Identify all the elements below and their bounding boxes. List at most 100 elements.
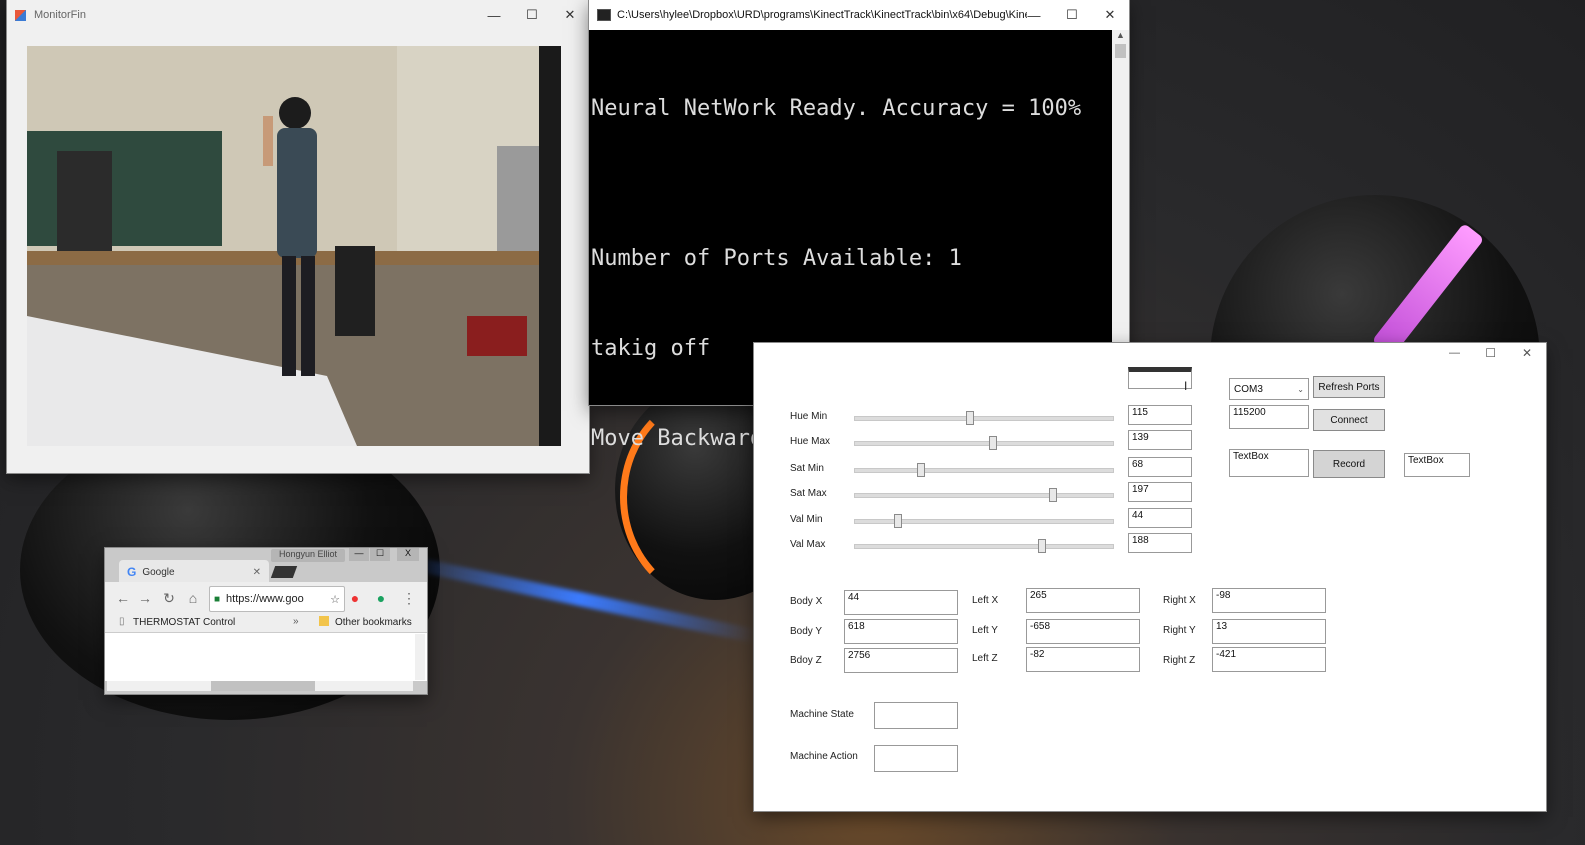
opera-extension-icon[interactable]: ● bbox=[345, 588, 365, 608]
close-button[interactable]: ✕ bbox=[1522, 346, 1532, 360]
body-x-label: Body X bbox=[790, 596, 823, 607]
page-content[interactable] bbox=[105, 633, 427, 681]
bookmark-other[interactable]: Other bookmarks bbox=[335, 617, 412, 628]
body-x-input[interactable]: 44 bbox=[844, 590, 958, 615]
slider-label: Sat Max bbox=[790, 488, 827, 499]
minimize-button[interactable]: — bbox=[349, 548, 369, 561]
right-y-label: Right Y bbox=[1163, 625, 1196, 636]
slider-thumb[interactable] bbox=[1038, 539, 1047, 553]
slider-thumb[interactable] bbox=[989, 436, 998, 450]
record-button[interactable]: Record bbox=[1313, 450, 1385, 478]
slider-label: Val Max bbox=[790, 539, 826, 550]
tab-close-icon[interactable]: ✕ bbox=[253, 567, 261, 578]
right-x-input[interactable]: -98 bbox=[1212, 588, 1326, 613]
back-arrow-icon[interactable]: ← bbox=[113, 588, 133, 608]
page-icon: ▯ bbox=[119, 616, 125, 627]
slider-track[interactable] bbox=[854, 416, 1114, 421]
slider-track[interactable] bbox=[854, 441, 1114, 446]
slider-thumb[interactable] bbox=[917, 463, 926, 477]
com-port-select[interactable]: COM3 ⌄ bbox=[1229, 378, 1309, 400]
right-z-label: Right Z bbox=[1163, 655, 1196, 666]
app-icon bbox=[15, 9, 26, 21]
com-port-value: COM3 bbox=[1234, 383, 1263, 395]
page-vertical-scrollbar[interactable] bbox=[415, 634, 425, 680]
left-y-input[interactable]: -658 bbox=[1026, 619, 1140, 644]
slider-label: Sat Min bbox=[790, 463, 824, 474]
console-line: Number of Ports Available: 1 bbox=[591, 246, 962, 271]
slider-value-input[interactable]: 197 bbox=[1128, 482, 1192, 502]
left-y-label: Left Y bbox=[972, 625, 998, 636]
slider-value-input[interactable]: 139 bbox=[1128, 430, 1192, 450]
machine-state-label: Machine State bbox=[790, 709, 854, 720]
slider-track[interactable] bbox=[854, 468, 1114, 473]
machine-action-input[interactable] bbox=[874, 745, 958, 772]
text-cursor-icon: I bbox=[1184, 379, 1188, 393]
left-x-label: Left X bbox=[972, 595, 999, 606]
lock-icon: ■ bbox=[214, 593, 221, 605]
body-z-label: Bdoy Z bbox=[790, 655, 822, 666]
slider-value-input[interactable]: 68 bbox=[1128, 457, 1192, 477]
right-y-input[interactable]: 13 bbox=[1212, 619, 1326, 644]
machine-state-input[interactable] bbox=[874, 702, 958, 729]
left-x-input[interactable]: 265 bbox=[1026, 588, 1140, 613]
maximize-button[interactable]: ☐ bbox=[513, 0, 551, 30]
maximize-button[interactable]: ☐ bbox=[1485, 346, 1496, 360]
slider-value-input[interactable]: 44 bbox=[1128, 508, 1192, 528]
connect-button[interactable]: Connect bbox=[1313, 409, 1385, 431]
scroll-up-arrow-icon[interactable]: ▲ bbox=[1112, 30, 1129, 44]
right-x-label: Right X bbox=[1163, 595, 1196, 606]
body-z-input[interactable]: 2756 bbox=[844, 648, 958, 673]
monitor-window: MonitorFin — ☐ ✕ bbox=[7, 0, 589, 473]
address-bar[interactable]: ■ https://www.goo ☆ bbox=[209, 586, 345, 612]
refresh-ports-button[interactable]: Refresh Ports bbox=[1313, 376, 1385, 398]
close-button[interactable]: X bbox=[397, 548, 419, 561]
machine-action-label: Machine Action bbox=[790, 751, 858, 762]
slider-label: Val Min bbox=[790, 514, 823, 525]
textbox-1[interactable]: TextBox bbox=[1229, 449, 1309, 477]
scroll-thumb[interactable] bbox=[1115, 44, 1126, 58]
bookmarks-overflow[interactable]: » bbox=[293, 616, 299, 627]
hidden-textbox[interactable] bbox=[1128, 367, 1192, 389]
close-button[interactable]: ✕ bbox=[551, 0, 589, 30]
horizontal-scroll-thumb[interactable] bbox=[211, 681, 315, 691]
console-icon bbox=[597, 9, 611, 21]
home-icon[interactable]: ⌂ bbox=[183, 588, 203, 608]
slider-thumb[interactable] bbox=[966, 411, 975, 425]
forward-arrow-icon[interactable]: → bbox=[135, 588, 155, 608]
minimize-button[interactable]: — bbox=[475, 0, 513, 30]
left-z-input[interactable]: -82 bbox=[1026, 647, 1140, 672]
monitor-title: MonitorFin bbox=[34, 9, 86, 21]
console-title: C:\Users\hylee\Dropbox\URD\programs\Kine… bbox=[617, 9, 1027, 21]
chevron-down-icon: ⌄ bbox=[1297, 384, 1304, 394]
right-z-input[interactable]: -421 bbox=[1212, 647, 1326, 672]
slider-track[interactable] bbox=[854, 493, 1114, 498]
star-icon[interactable]: ☆ bbox=[330, 593, 340, 606]
maximize-button[interactable]: ☐ bbox=[1053, 0, 1091, 30]
chrome-window: Hongyun Elliot — ☐ X G Google ✕ ← → ↻ ⌂ … bbox=[105, 548, 427, 694]
page-horizontal-scrollbar[interactable] bbox=[107, 681, 413, 691]
minimize-button[interactable]: — bbox=[1449, 347, 1460, 359]
slider-label: Hue Min bbox=[790, 411, 828, 422]
slider-value-input[interactable]: 188 bbox=[1128, 533, 1192, 553]
bookmark-thermostat[interactable]: THERMOSTAT Control bbox=[133, 617, 235, 628]
textbox-2[interactable]: TextBox bbox=[1404, 453, 1470, 477]
chrome-profile-badge[interactable]: Hongyun Elliot bbox=[271, 549, 345, 562]
minimize-button[interactable]: — bbox=[1015, 0, 1053, 30]
body-y-input[interactable]: 618 bbox=[844, 619, 958, 644]
reload-icon[interactable]: ↻ bbox=[159, 588, 179, 608]
menu-dots-icon[interactable]: ⋮ bbox=[399, 588, 419, 608]
grammarly-extension-icon[interactable]: ● bbox=[371, 588, 391, 608]
new-tab-button[interactable] bbox=[270, 566, 298, 578]
slider-track[interactable] bbox=[854, 544, 1114, 549]
slider-thumb[interactable] bbox=[893, 514, 902, 528]
url-text[interactable]: https://www.goo bbox=[226, 593, 304, 605]
slider-thumb[interactable] bbox=[1048, 488, 1057, 502]
left-z-label: Left Z bbox=[972, 653, 998, 664]
tab-title: Google bbox=[142, 566, 175, 578]
maximize-button[interactable]: ☐ bbox=[370, 548, 390, 561]
slider-value-input[interactable]: 115 bbox=[1128, 405, 1192, 425]
baud-rate-input[interactable]: 115200 bbox=[1229, 405, 1309, 429]
slider-label: Hue Max bbox=[790, 436, 831, 447]
close-button[interactable]: ✕ bbox=[1091, 0, 1129, 30]
browser-tab[interactable]: G Google ✕ bbox=[119, 560, 269, 584]
